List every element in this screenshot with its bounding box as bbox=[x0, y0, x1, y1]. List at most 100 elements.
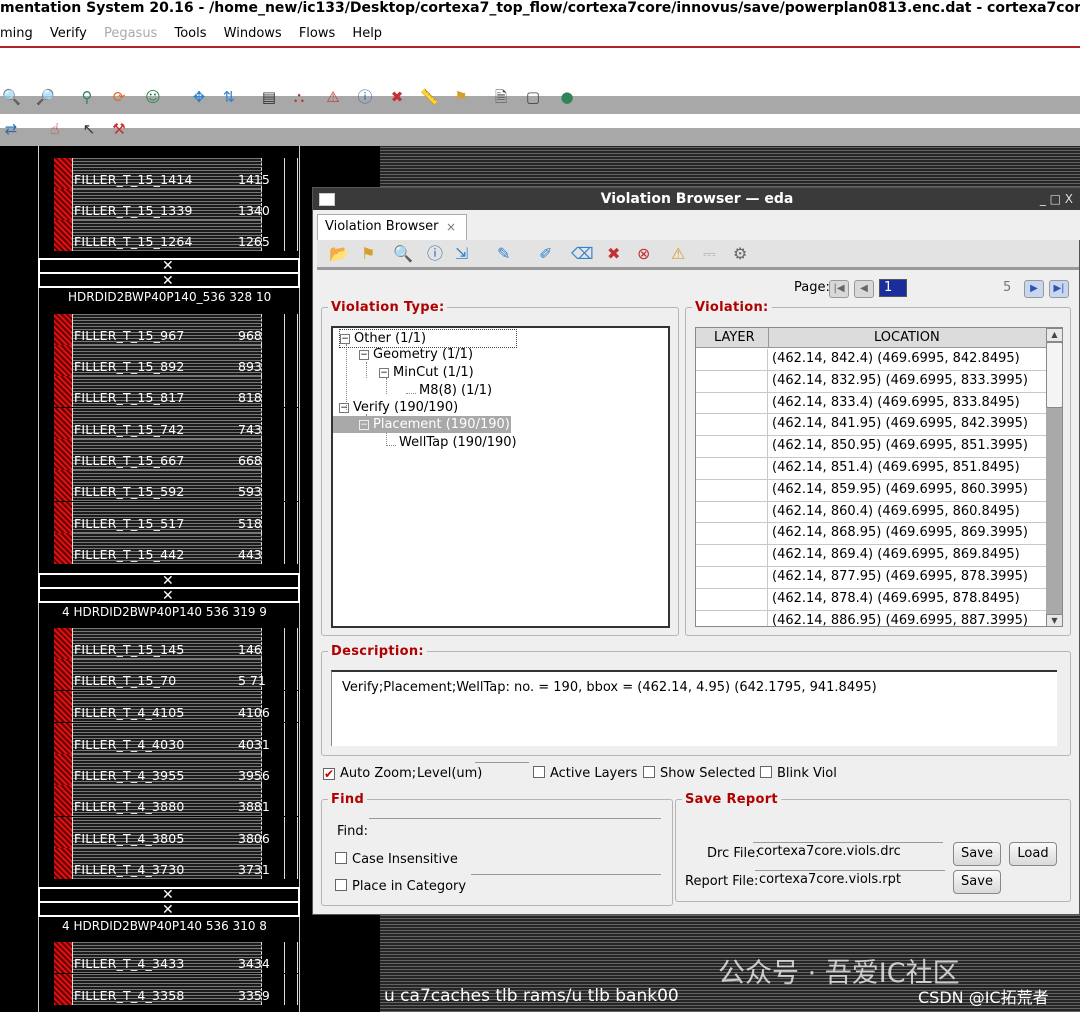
window-controls[interactable]: _ □ X bbox=[1040, 188, 1073, 210]
violation-type-tree[interactable]: − Other (1/1) − Geometry (1/1) − MinCut (1/… bbox=[331, 326, 670, 628]
globe-icon[interactable]: ● bbox=[558, 88, 576, 106]
description-box[interactable]: Verify;Placement;WellTap: no. = 190, bbo… bbox=[331, 670, 1057, 746]
gear-icon[interactable]: ⚙ bbox=[733, 245, 747, 263]
next-page-button[interactable]: ▶ bbox=[1024, 280, 1044, 298]
active-layers-checkbox[interactable]: Active Layers bbox=[533, 766, 637, 782]
menu-windows[interactable]: Windows bbox=[224, 22, 282, 46]
tree-node-mincut[interactable]: − MinCut (1/1) bbox=[379, 364, 474, 381]
tap-cell[interactable]: ✕ ✕ HDRDID2BWP40P140_536 328 10 bbox=[38, 258, 300, 306]
wire-icon[interactable]: ⚒ bbox=[110, 120, 128, 138]
column-header-location[interactable]: LOCATION bbox=[874, 330, 940, 345]
category-input[interactable] bbox=[471, 874, 661, 894]
report-file-input[interactable]: cortexa7core.viols.rpt bbox=[755, 870, 945, 890]
connector-icon[interactable]: ⎓ bbox=[703, 245, 716, 263]
highlight-icon[interactable]: ✐ bbox=[539, 245, 552, 263]
menu-pegasus[interactable]: Pegasus bbox=[104, 22, 157, 46]
filler-cell[interactable]: FILLER_T_15_70 5 71 bbox=[38, 659, 300, 690]
info-icon[interactable]: ⓘ bbox=[356, 88, 374, 106]
drc-file-input[interactable]: cortexa7core.viols.drc bbox=[753, 842, 943, 862]
panel-icon[interactable]: ▤ bbox=[260, 88, 278, 106]
clear-highlight-icon[interactable]: ⌫ bbox=[571, 245, 594, 263]
warning-icon[interactable]: ⚠ bbox=[324, 88, 342, 106]
pointer-icon[interactable]: ↖ bbox=[80, 120, 98, 138]
tab-close-icon[interactable]: × bbox=[446, 215, 456, 239]
table-row[interactable]: (462.14, 869.4) (469.6995, 869.8495) bbox=[696, 545, 1046, 567]
zoom-in-icon[interactable]: ⚲ bbox=[78, 88, 96, 106]
select-icon[interactable]: ⇲ bbox=[455, 245, 468, 263]
filler-cell[interactable]: FILLER_T_15_517 518 bbox=[38, 502, 300, 533]
delete-icon[interactable]: ✖ bbox=[388, 88, 406, 106]
table-row[interactable]: (462.14, 833.4) (469.6995, 833.8495) bbox=[696, 392, 1046, 415]
table-row[interactable]: (462.14, 850.95) (469.6995, 851.3995) bbox=[696, 436, 1046, 458]
column-header-layer[interactable]: LAYER bbox=[714, 330, 755, 345]
filler-cell[interactable]: FILLER_T_15_1339 1340 bbox=[38, 189, 300, 220]
filler-cell[interactable]: FILLER_T_4_3730 3731 bbox=[38, 848, 300, 879]
collapse-icon[interactable]: − bbox=[379, 368, 389, 378]
scrollbar-thumb[interactable] bbox=[1046, 342, 1062, 408]
blink-viol-checkbox[interactable]: Blink Viol bbox=[760, 766, 837, 782]
tab-violation-browser[interactable]: Violation Browser × bbox=[317, 214, 467, 240]
filler-cell[interactable]: FILLER_T_15_145 146 bbox=[38, 628, 300, 659]
zoom-icon[interactable]: 🔍 bbox=[393, 245, 413, 263]
open-folder-icon[interactable]: 📂 bbox=[329, 245, 349, 263]
tap-cell[interactable]: ✕ ✕ 4 HDRDID2BWP40P140 536 319 9 bbox=[38, 573, 300, 621]
table-scrollbar[interactable]: ▲ ▼ bbox=[1046, 328, 1062, 626]
load-button[interactable]: Load bbox=[1009, 842, 1057, 866]
scroll-up-icon[interactable]: ▲ bbox=[1046, 328, 1062, 342]
scroll-down-icon[interactable]: ▼ bbox=[1046, 614, 1062, 626]
tree-node-m8[interactable]: M8(8) (1/1) bbox=[419, 382, 492, 399]
page-icon[interactable]: ▢ bbox=[524, 88, 542, 106]
page-input[interactable]: 1 bbox=[879, 279, 907, 297]
filler-cell[interactable]: FILLER_T_15_1264 1265 bbox=[38, 220, 300, 251]
menu-timing[interactable]: ming bbox=[0, 22, 33, 46]
select-icon[interactable]: ☝ bbox=[46, 120, 64, 138]
warning-icon[interactable]: ⚠ bbox=[671, 245, 685, 263]
table-row[interactable]: (462.14, 886.95) (469.6995, 887.3995) bbox=[696, 610, 1046, 626]
collapse-icon[interactable]: − bbox=[339, 403, 349, 413]
menu-verify[interactable]: Verify bbox=[50, 22, 87, 46]
refresh-icon[interactable]: ⟳ bbox=[110, 88, 128, 106]
table-row[interactable]: (462.14, 851.4) (469.6995, 851.8495) bbox=[696, 458, 1046, 480]
filler-cell[interactable]: FILLER_T_15_1414 1415 bbox=[38, 158, 300, 189]
table-row[interactable]: (462.14, 877.95) (469.6995, 878.3995) bbox=[696, 567, 1046, 589]
filler-cell[interactable]: FILLER_T_15_817 818 bbox=[38, 376, 300, 407]
collapse-icon[interactable]: − bbox=[359, 350, 369, 360]
zoom-icon[interactable]: 🔍 bbox=[2, 88, 21, 106]
hierarchy-icon[interactable]: ⛬ bbox=[290, 88, 308, 106]
stop-icon[interactable]: ⊗ bbox=[637, 245, 650, 263]
info-icon[interactable]: ⓘ bbox=[427, 245, 443, 263]
collapse-icon[interactable]: − bbox=[340, 334, 350, 344]
level-input[interactable] bbox=[475, 762, 529, 782]
tree-node-geometry[interactable]: − Geometry (1/1) bbox=[359, 346, 473, 363]
table-row[interactable]: (462.14, 878.4) (469.6995, 878.8495) bbox=[696, 588, 1046, 611]
tree-node-welltap[interactable]: WellTap (190/190) bbox=[399, 434, 517, 451]
tap-cell[interactable]: ✕ ✕ 4 HDRDID2BWP40P140 536 310 8 bbox=[38, 887, 300, 935]
show-selected-checkbox[interactable]: Show Selected bbox=[643, 766, 756, 782]
arrows-icon[interactable]: ⇄ bbox=[2, 120, 20, 138]
ruler-icon[interactable]: 📏 bbox=[420, 88, 439, 106]
collapse-icon[interactable]: − bbox=[359, 420, 369, 430]
flag-icon[interactable]: ⚑ bbox=[361, 245, 375, 263]
pen-icon[interactable]: ✎ bbox=[497, 245, 510, 263]
document-icon[interactable]: 🗎 bbox=[492, 88, 510, 106]
menu-tools[interactable]: Tools bbox=[174, 22, 206, 46]
table-row[interactable]: (462.14, 859.95) (469.6995, 860.3995) bbox=[696, 479, 1046, 502]
last-page-button[interactable]: ▶| bbox=[1049, 280, 1069, 298]
move-icon[interactable]: ✥ bbox=[190, 88, 208, 106]
filler-cell[interactable]: FILLER_T_4_3880 3881 bbox=[38, 785, 300, 816]
filler-cell[interactable]: FILLER_T_4_4105 4106 bbox=[38, 691, 300, 722]
tree-node-verify[interactable]: − Verify (190/190) bbox=[339, 399, 458, 416]
case-insensitive-checkbox[interactable]: Case Insensitive bbox=[335, 852, 458, 868]
filler-cell[interactable]: FILLER_T_4_3358 3359 bbox=[38, 974, 300, 1005]
filler-cell[interactable]: FILLER_T_15_667 668 bbox=[38, 439, 300, 470]
find-input[interactable] bbox=[369, 818, 661, 838]
table-row[interactable]: (462.14, 832.95) (469.6995, 833.3995) bbox=[696, 370, 1046, 393]
menu-flows[interactable]: Flows bbox=[299, 22, 335, 46]
filler-cell[interactable]: FILLER_T_4_3433 3434 bbox=[38, 942, 300, 973]
user-icon[interactable]: ☺ bbox=[144, 88, 162, 106]
place-in-category-checkbox[interactable]: Place in Category bbox=[335, 879, 466, 895]
filler-cell[interactable]: FILLER_T_15_592 593 bbox=[38, 470, 300, 501]
filler-cell[interactable]: FILLER_T_15_442 443 bbox=[38, 533, 300, 564]
filler-cell[interactable]: FILLER_T_4_3805 3806 bbox=[38, 817, 300, 848]
tree-node-placement[interactable]: − Placement (190/190) bbox=[333, 416, 511, 433]
